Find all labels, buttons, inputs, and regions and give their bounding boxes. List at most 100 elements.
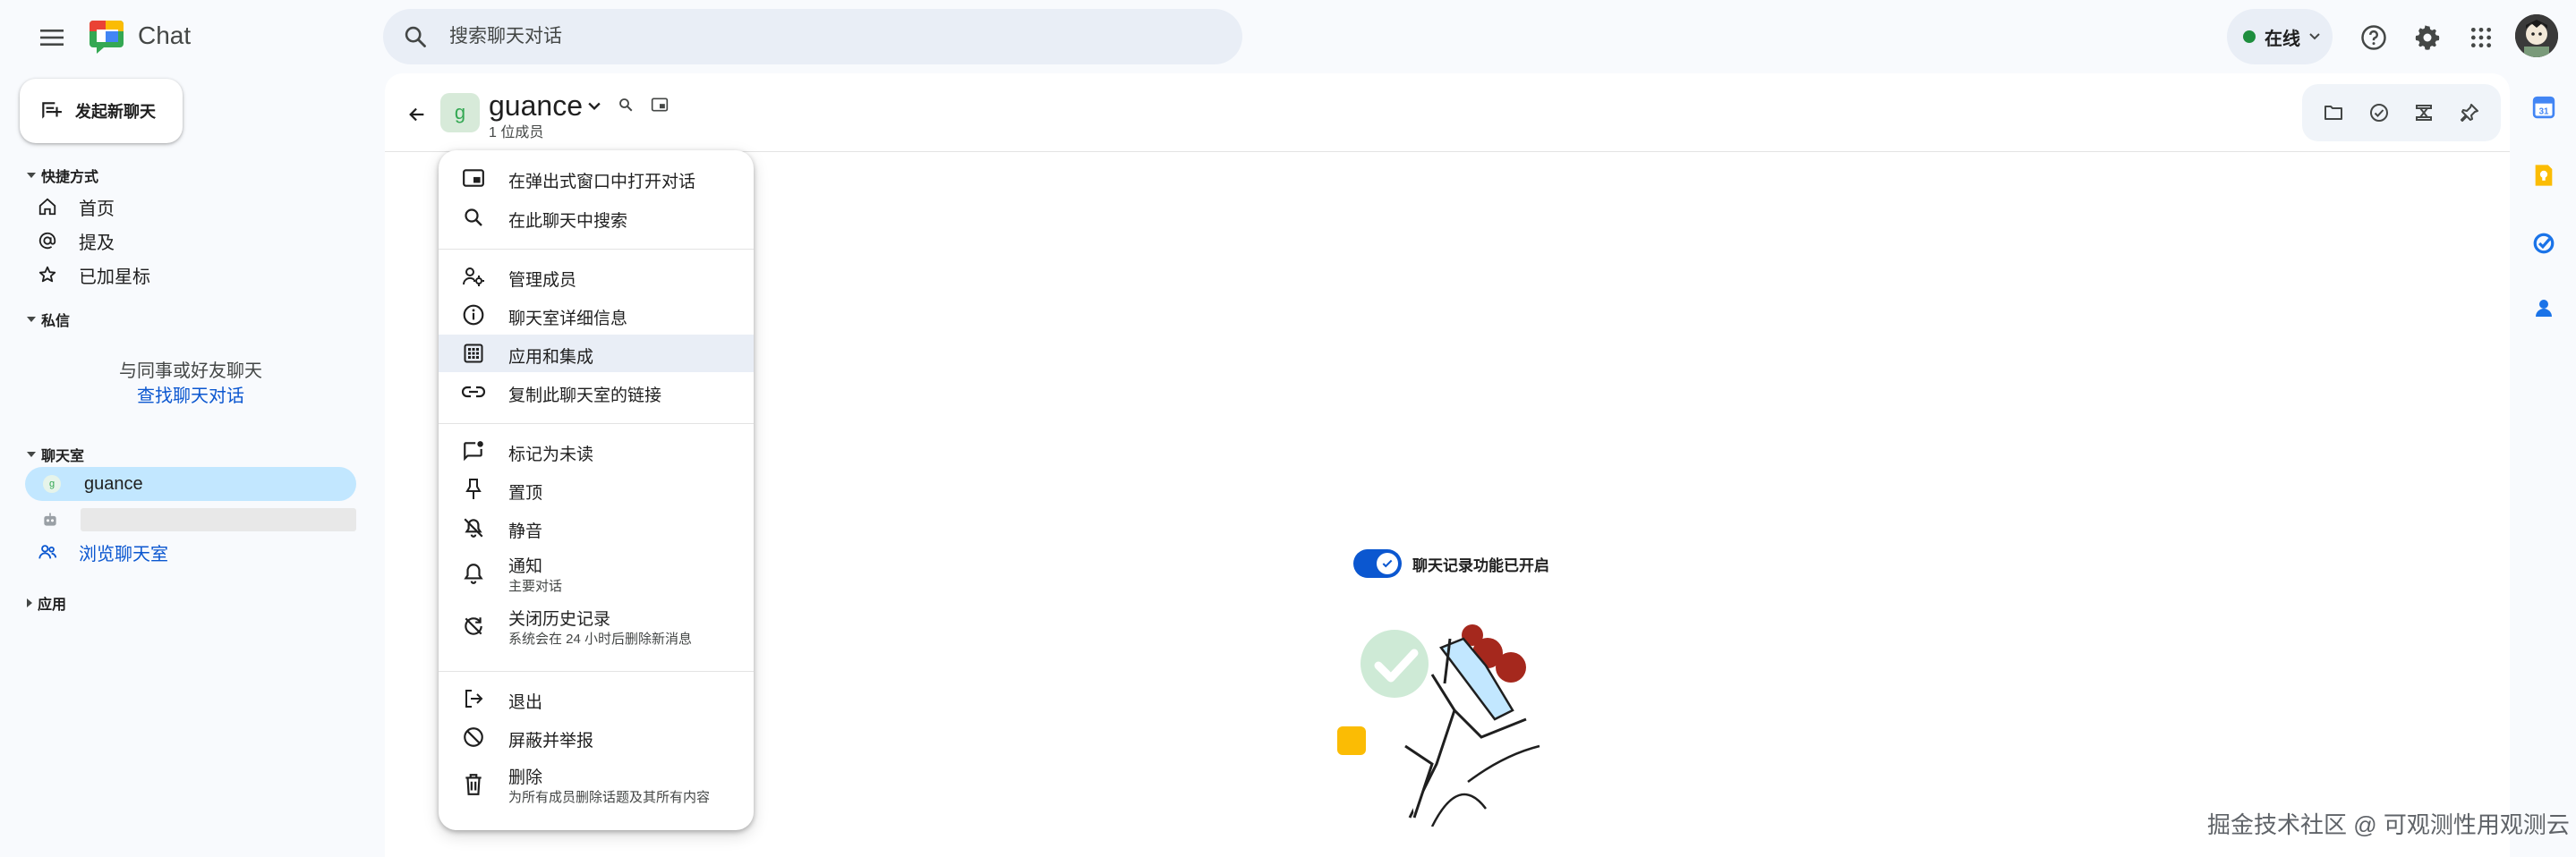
menu-item-delete[interactable]: 删除 为所有成员删除话题及其所有内容 [439, 759, 754, 810]
menu-item-notifications[interactable]: 通知 主要对话 [439, 549, 754, 598]
header-toolbar [2302, 84, 2501, 141]
shortcuts-title: 快捷方式 [41, 170, 99, 185]
help-icon [2361, 25, 2386, 50]
task-check-icon[interactable] [2368, 102, 2390, 123]
history-toggle[interactable] [1353, 549, 1402, 578]
popout-button[interactable] [646, 91, 673, 118]
main-menu-button[interactable] [32, 18, 72, 57]
avatar-image-icon [2515, 14, 2558, 57]
menu-item-copy-link[interactable]: 复制此聊天室的链接 [439, 373, 754, 411]
settings-button[interactable] [2408, 18, 2447, 57]
menu-item-search-in-chat[interactable]: 在此聊天中搜索 [439, 199, 754, 236]
room-title-button[interactable]: guance [489, 89, 601, 123]
menu-item-pin[interactable]: 置顶 [439, 471, 754, 508]
help-button[interactable] [2354, 18, 2393, 57]
dm-section-toggle[interactable]: 私信 [27, 309, 70, 330]
arrow-left-icon [409, 107, 424, 122]
menu-item-room-details[interactable]: 聊天室详细信息 [439, 296, 754, 334]
sidebar-item-home[interactable]: 首页 [25, 190, 356, 224]
menu-item-label: 在弹出式窗口中打开对话 [508, 173, 696, 191]
find-chat-link[interactable]: 查找聊天对话 [27, 381, 354, 407]
mute-icon [464, 518, 483, 538]
sidebar-item-label: guance [84, 473, 143, 494]
calendar-app-button[interactable]: 31 [2526, 89, 2562, 125]
sidebar-item-label: 提及 [79, 233, 115, 253]
menu-item-apps-integrations[interactable]: 应用和集成 [439, 335, 754, 372]
menu-item-label: 复制此聊天室的链接 [508, 386, 662, 405]
status-selector[interactable]: 在线 [2227, 9, 2333, 64]
account-avatar[interactable] [2515, 14, 2558, 57]
menu-item-label: 退出 [508, 693, 543, 712]
menu-item-label: 标记为未读 [508, 445, 594, 464]
google-apps-button[interactable] [2461, 18, 2501, 57]
search-in-room-button[interactable] [612, 91, 639, 118]
apps-section-toggle[interactable]: 应用 [27, 592, 66, 614]
new-chat-button[interactable]: 发起新聊天 [20, 79, 183, 143]
threads-icon[interactable] [2413, 102, 2435, 123]
pin-icon[interactable] [2459, 102, 2480, 123]
rooms-title: 聊天室 [41, 449, 85, 464]
sidebar-item-bot[interactable] [25, 503, 79, 537]
search-icon[interactable] [403, 24, 428, 49]
chat-logo-icon[interactable] [88, 17, 127, 56]
menu-item-mute[interactable]: 静音 [439, 509, 754, 547]
top-bar: Chat 在线 [0, 0, 2576, 73]
star-icon [38, 266, 56, 283]
room-avatar: g [440, 93, 480, 132]
room-title: guance [489, 89, 583, 122]
search-icon [465, 208, 482, 226]
collapse-caret-icon [27, 173, 36, 178]
back-button[interactable] [397, 95, 437, 134]
collapse-caret-icon [27, 317, 36, 322]
menu-item-manage-members[interactable]: 管理成员 [439, 258, 754, 295]
menu-divider [439, 671, 754, 672]
rooms-section-toggle[interactable]: 聊天室 [27, 444, 84, 465]
menu-item-open-popout[interactable]: 在弹出式窗口中打开对话 [439, 159, 754, 197]
browse-rooms-link[interactable]: 浏览聊天室 [25, 535, 356, 569]
history-label: 聊天记录功能已开启 [1412, 556, 1549, 574]
menu-item-label: 聊天室详细信息 [508, 310, 628, 328]
menu-item-sublabel: 系统会在 24 小时后删除新消息 [508, 632, 693, 647]
empty-state-illustration [1337, 624, 1540, 827]
browse-rooms-label: 浏览聊天室 [79, 544, 168, 564]
shortcuts-section-toggle[interactable]: 快捷方式 [27, 165, 98, 186]
tasks-app-button[interactable] [2526, 225, 2562, 261]
sidebar-item-mentions[interactable]: 提及 [25, 224, 356, 258]
new-chat-icon [42, 102, 62, 119]
menu-item-mark-unread[interactable]: 标记为未读 [439, 432, 754, 470]
history-off-icon [465, 617, 482, 635]
menu-item-label: 删除 [508, 768, 543, 787]
member-count: 1 位成员 [489, 125, 544, 140]
calendar-icon: 31 [2532, 96, 2555, 119]
keep-icon [2535, 165, 2553, 186]
folder-icon[interactable] [2323, 102, 2344, 123]
mark-unread-icon [464, 441, 483, 462]
tasks-icon [2533, 233, 2555, 254]
manage-members-icon [462, 267, 484, 286]
info-icon [463, 304, 484, 326]
contacts-app-button[interactable] [2526, 290, 2562, 326]
menu-item-block-report[interactable]: 屏蔽并举报 [439, 718, 754, 756]
link-icon [461, 386, 486, 398]
apps-grid-icon [464, 344, 483, 363]
redacted-room-name [81, 508, 356, 531]
keep-app-button[interactable] [2526, 157, 2562, 193]
expand-caret-icon [27, 598, 32, 607]
menu-item-label: 屏蔽并举报 [508, 732, 594, 751]
check-icon [1382, 559, 1393, 568]
menu-item-history-off[interactable]: 关闭历史记录 系统会在 24 小时后删除新消息 [439, 600, 754, 652]
hamburger-icon [40, 30, 64, 46]
robot-icon [44, 513, 56, 526]
search-bar[interactable] [383, 9, 1242, 64]
pin-icon [465, 479, 482, 499]
menu-item-leave[interactable]: 退出 [439, 680, 754, 717]
conversation-header: g guance 1 位成员 [385, 73, 2510, 152]
sidebar-item-starred[interactable]: 已加星标 [25, 258, 356, 292]
menu-item-label: 置顶 [508, 484, 543, 503]
sidebar-item-room-guance[interactable]: g guance [25, 467, 356, 501]
search-input[interactable] [449, 9, 1219, 64]
apps-title: 应用 [38, 598, 67, 613]
search-icon [619, 98, 633, 112]
menu-item-label: 关闭历史记录 [508, 610, 611, 629]
new-chat-label: 发起新聊天 [75, 103, 156, 121]
